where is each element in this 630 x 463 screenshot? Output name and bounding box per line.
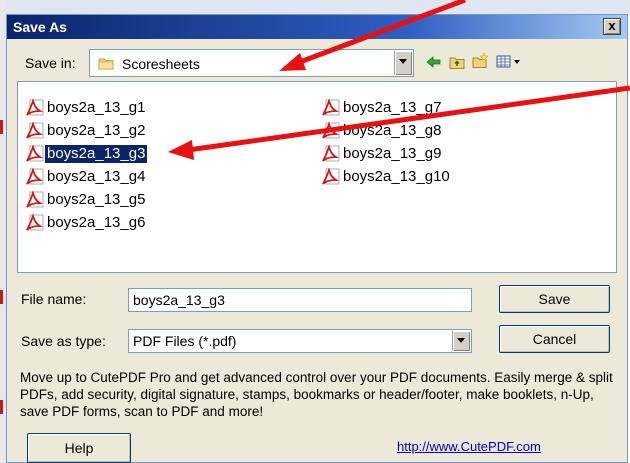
- file-name-label: File name:: [21, 291, 87, 307]
- pdf-file-icon: [26, 191, 44, 208]
- save-in-dropdown-button[interactable]: [394, 51, 412, 75]
- pdf-file-icon: [322, 99, 340, 116]
- pdf-file-icon: [26, 168, 44, 185]
- save-as-type-label: Save as type:: [21, 333, 106, 349]
- file-name-text: boys2a_13_g8: [343, 122, 442, 139]
- folder-icon: [98, 58, 114, 70]
- new-folder-icon[interactable]: [471, 52, 489, 70]
- promo-text: Move up to CutePDF Pro and get advanced …: [20, 370, 613, 419]
- view-menu-icon[interactable]: [495, 53, 523, 71]
- background-window-strip: [0, 0, 630, 14]
- file-list[interactable]: boys2a_13_g1 boys2a_13_g2 boys2a_13_g3 boys…: [17, 81, 617, 273]
- file-name-text: boys2a_13_g7: [343, 99, 442, 116]
- file-name-text: boys2a_13_g2: [47, 122, 146, 139]
- save-in-value: Scoresheets: [122, 56, 200, 72]
- file-name-input[interactable]: boys2a_13_g3: [128, 288, 472, 312]
- up-folder-icon[interactable]: [448, 53, 466, 71]
- file-name-text: boys2a_13_g9: [343, 145, 442, 162]
- pdf-file-icon: [322, 168, 340, 185]
- save-as-type-value: PDF Files (*.pdf): [133, 333, 237, 349]
- pdf-file-icon: [26, 122, 44, 139]
- file-name-text: boys2a_13_g1: [47, 99, 146, 116]
- pdf-file-icon: [26, 99, 44, 116]
- save-button[interactable]: Save: [499, 285, 610, 313]
- save-as-type-dropdown-button[interactable]: [452, 331, 470, 351]
- cutepdf-link[interactable]: http://www.CutePDF.com: [397, 439, 541, 454]
- save-in-label: Save in:: [25, 55, 76, 71]
- help-button[interactable]: Help: [27, 433, 131, 463]
- dialog-title: Save As: [13, 19, 67, 35]
- file-name-text: boys2a_13_g6: [47, 214, 146, 231]
- save-as-dialog: Save As x Save in: Scoresheets boys2a_13…: [6, 14, 628, 463]
- file-name-text: boys2a_13_g4: [47, 168, 146, 185]
- file-name-text: boys2a_13_g3: [45, 145, 148, 163]
- pdf-file-icon: [322, 122, 340, 139]
- file-name-text: boys2a_13_g10: [343, 168, 450, 185]
- pdf-file-icon: [26, 214, 44, 231]
- save-as-type-dropdown[interactable]: PDF Files (*.pdf): [128, 329, 472, 353]
- title-bar[interactable]: Save As x: [7, 15, 627, 39]
- pdf-file-icon: [26, 145, 44, 162]
- back-arrow-icon[interactable]: [425, 53, 443, 71]
- close-button[interactable]: x: [603, 18, 621, 35]
- save-in-dropdown[interactable]: Scoresheets: [89, 49, 414, 77]
- cancel-button[interactable]: Cancel: [499, 325, 610, 353]
- file-name-text: boys2a_13_g5: [47, 191, 146, 208]
- pdf-file-icon: [322, 145, 340, 162]
